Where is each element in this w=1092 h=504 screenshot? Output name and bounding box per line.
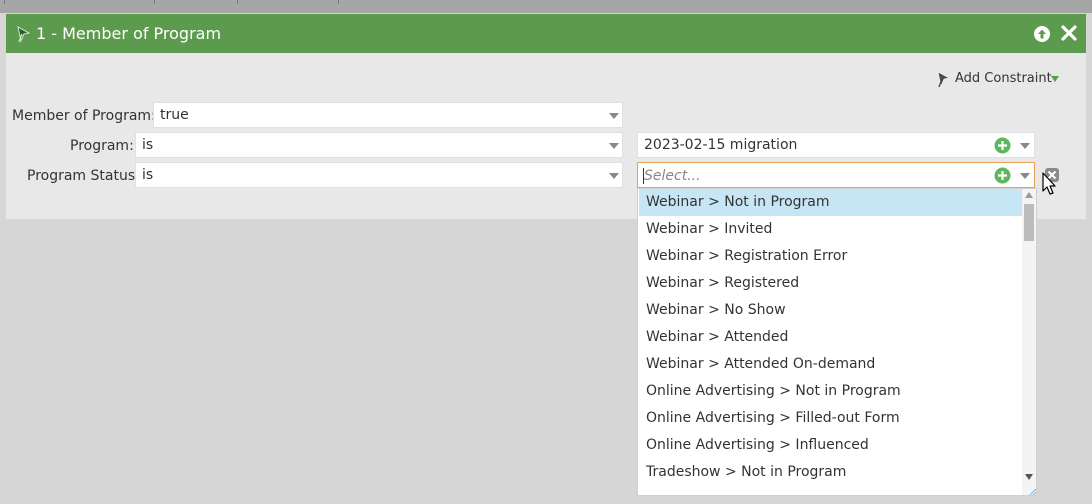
- wand-icon: [937, 71, 950, 87]
- dropdown-option-label: Webinar > Attended On-demand: [646, 356, 876, 372]
- dropdown-option-label: Tradeshow > Not in Program: [646, 464, 847, 480]
- program-status-dropdown: Webinar > Not in Program Webinar > Invit…: [637, 188, 1037, 496]
- program-status-operator-value: is: [142, 167, 154, 183]
- resize-grip-icon[interactable]: [1028, 488, 1036, 496]
- dropdown-option[interactable]: Webinar > Attended: [639, 324, 1022, 351]
- program-status-value-input[interactable]: Select...: [637, 162, 1035, 188]
- add-constraint-label: Add Constraint: [955, 71, 1052, 86]
- chevron-down-icon: [1020, 143, 1030, 149]
- dropdown-option-label: Online Advertising > Filled-out Form: [646, 410, 900, 426]
- toolbar-separator: [237, 0, 238, 4]
- dropdown-option[interactable]: Webinar > Registered: [639, 270, 1022, 297]
- dropdown-scrollbar[interactable]: [1022, 189, 1036, 495]
- dropdown-option[interactable]: Webinar > Registration Error: [639, 243, 1022, 270]
- dropdown-option[interactable]: Webinar > Not in Program: [639, 189, 1022, 216]
- wand-icon: [17, 26, 31, 43]
- member-of-program-select[interactable]: true: [153, 102, 623, 128]
- dropdown-option-label: Webinar > Invited: [646, 221, 773, 237]
- dropdown-option[interactable]: Webinar > Attended On-demand: [639, 351, 1022, 378]
- filter-title: 1 - Member of Program: [36, 24, 222, 43]
- dropdown-option-label: Webinar > Attended: [646, 329, 789, 345]
- chevron-down-icon: [609, 113, 619, 119]
- close-icon[interactable]: [1060, 24, 1078, 42]
- chevron-down-icon: [609, 143, 619, 149]
- arrow-up-circle-icon: [1038, 29, 1046, 39]
- program-value: 2023-02-15 migration: [644, 137, 798, 153]
- scroll-down-arrow-icon[interactable]: [1025, 474, 1033, 480]
- program-status-label: Program Status:: [27, 168, 140, 184]
- add-circle-icon[interactable]: [994, 167, 1011, 184]
- program-value-select[interactable]: 2023-02-15 migration: [637, 132, 1035, 158]
- scroll-up-arrow-icon[interactable]: [1025, 192, 1033, 198]
- dropdown-option-label: Webinar > Registered: [646, 275, 800, 291]
- chevron-down-icon: [1020, 173, 1030, 179]
- add-circle-icon[interactable]: [994, 137, 1011, 154]
- dropdown-option-label: Online Advertising > Not in Program: [646, 383, 901, 399]
- toolbar-separator: [154, 0, 155, 4]
- top-toolbar-strip: [0, 0, 1092, 13]
- toolbar-separator: [338, 0, 339, 4]
- dropdown-option-label: Webinar > Not in Program: [646, 194, 830, 210]
- member-of-program-label: Member of Program:: [12, 108, 156, 124]
- dropdown-option[interactable]: Tradeshow > Not in Program: [639, 459, 1022, 486]
- move-up-button[interactable]: [1034, 26, 1050, 42]
- program-label: Program:: [70, 138, 134, 154]
- dropdown-option[interactable]: Online Advertising > Influenced: [639, 432, 1022, 459]
- chevron-down-icon: [1051, 76, 1059, 82]
- program-status-placeholder: Select...: [644, 168, 701, 184]
- dropdown-option-label: Online Advertising > Influenced: [646, 437, 869, 453]
- member-of-program-value: true: [160, 107, 189, 123]
- dropdown-option-label: Webinar > Registration Error: [646, 248, 848, 264]
- filter-panel-header: 1 - Member of Program: [6, 14, 1086, 53]
- dropdown-option[interactable]: Webinar > Invited: [639, 216, 1022, 243]
- toolbar-separator: [4, 0, 5, 4]
- dropdown-option[interactable]: Webinar > No Show: [639, 297, 1022, 324]
- dropdown-option[interactable]: Online Advertising > Filled-out Form: [639, 405, 1022, 432]
- program-operator-value: is: [142, 137, 154, 153]
- program-operator-select[interactable]: is: [135, 132, 623, 158]
- dropdown-option-label: Webinar > No Show: [646, 302, 786, 318]
- program-status-operator-select[interactable]: is: [135, 162, 623, 188]
- mouse-pointer-icon: [1042, 172, 1056, 195]
- scrollbar-thumb[interactable]: [1024, 204, 1034, 241]
- chevron-down-icon: [609, 173, 619, 179]
- dropdown-option[interactable]: Online Advertising > Not in Program: [639, 378, 1022, 405]
